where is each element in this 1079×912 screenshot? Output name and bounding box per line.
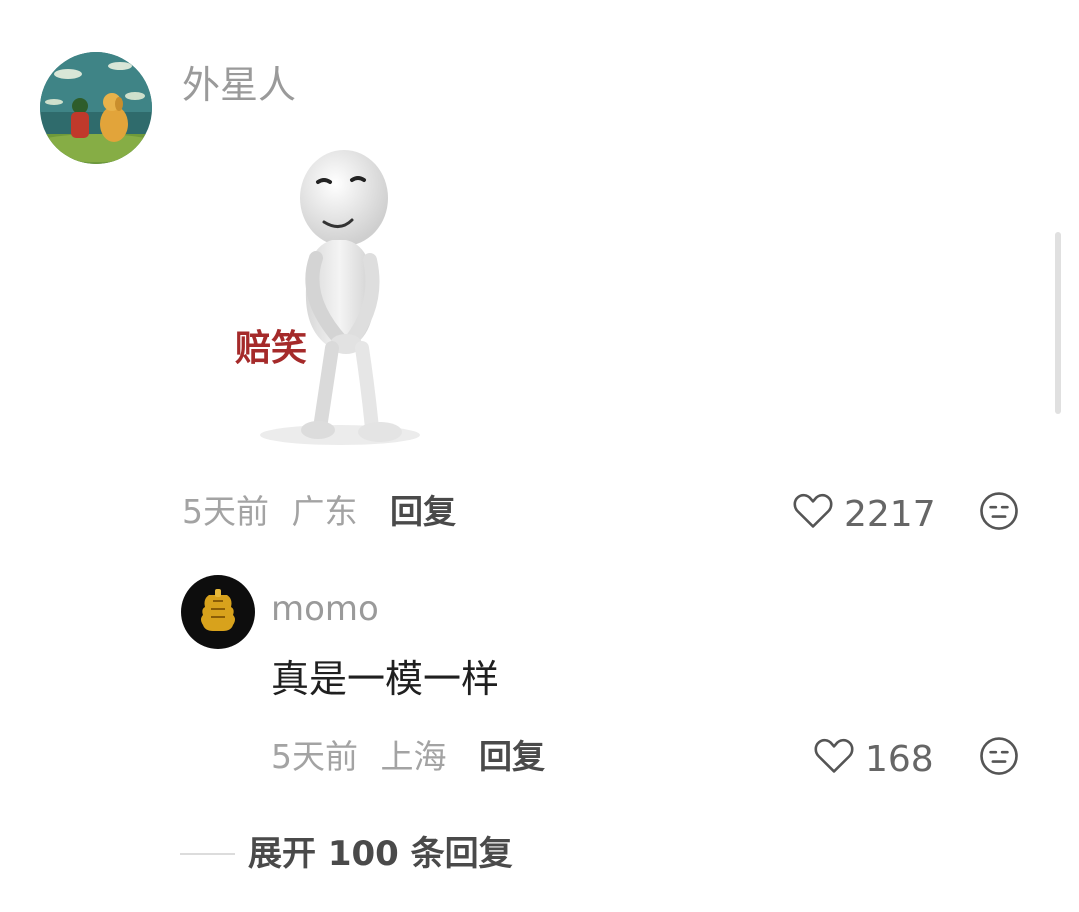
neutral-face-icon xyxy=(978,492,1020,536)
comment-reply-button[interactable]: 回复 xyxy=(390,492,456,531)
reply-meta: 5天前 上海 回复 xyxy=(271,737,545,777)
comment-time: 5天前 xyxy=(182,492,269,531)
comment-like-count: 2217 xyxy=(844,493,936,535)
comment-dislike-button[interactable] xyxy=(978,490,1020,536)
reply-like-button[interactable]: 168 xyxy=(813,736,934,783)
avatar-reply[interactable] xyxy=(181,575,255,649)
neutral-face-icon xyxy=(978,737,1020,781)
reply-location: 上海 xyxy=(380,737,447,776)
reply-reply-button[interactable]: 回复 xyxy=(479,737,545,776)
sticker-image[interactable] xyxy=(228,148,428,458)
reply-like-count: 168 xyxy=(865,738,934,780)
heart-outline-icon xyxy=(813,736,865,783)
comment-username[interactable]: 外星人 xyxy=(182,62,296,108)
heart-outline-icon xyxy=(792,491,844,538)
reply-text: 真是一模一样 xyxy=(271,657,500,701)
reply-username[interactable]: momo xyxy=(271,588,379,630)
avatar-comment[interactable] xyxy=(40,52,152,164)
comment-like-button[interactable]: 2217 xyxy=(792,491,936,538)
expand-divider-line xyxy=(180,853,235,855)
sticker-caption: 赔笑 xyxy=(235,328,308,369)
reply-dislike-button[interactable] xyxy=(978,735,1020,781)
expand-replies-button[interactable]: 展开 100 条回复 xyxy=(248,832,513,876)
reply-time: 5天前 xyxy=(271,737,358,776)
scrollbar-thumb[interactable] xyxy=(1055,232,1061,414)
comment-meta: 5天前 广东 回复 xyxy=(182,492,456,532)
comment-location: 广东 xyxy=(291,492,358,531)
